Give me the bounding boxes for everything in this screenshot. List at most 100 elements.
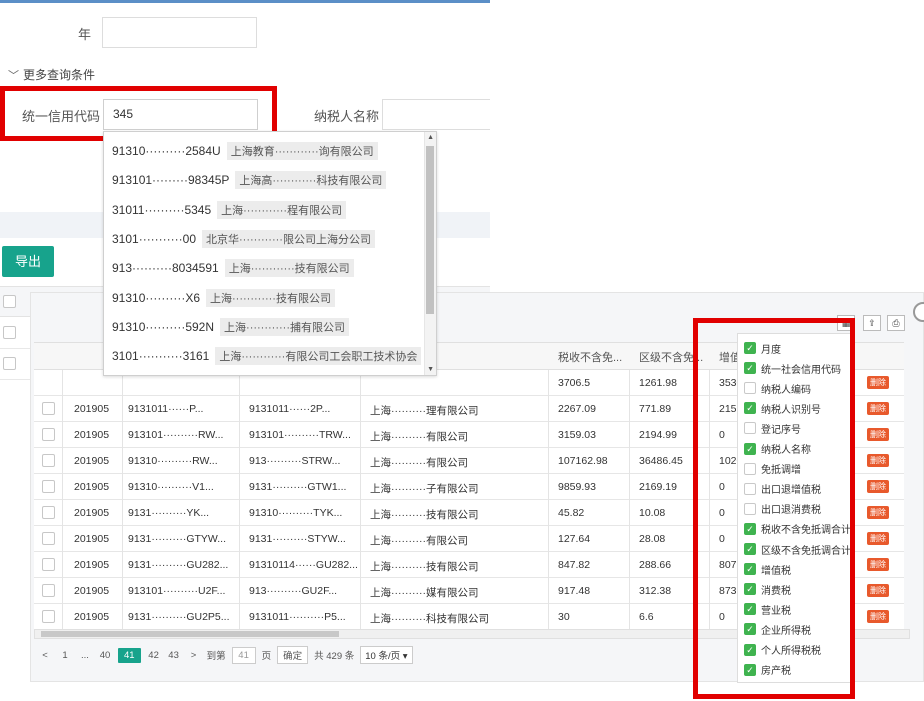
page-current[interactable]: 41 bbox=[118, 647, 141, 663]
cell-period: 201905 bbox=[74, 533, 110, 545]
autocomplete-option[interactable]: 3101···········00 北京华············限公司上海分公司 bbox=[112, 229, 375, 249]
row-checkbox[interactable] bbox=[42, 506, 55, 519]
cell-name: 上海··········有限公司 bbox=[370, 535, 468, 547]
delete-button[interactable]: 删除 bbox=[867, 454, 889, 467]
delete-button[interactable]: 删除 bbox=[867, 428, 889, 441]
option-code: 913··········8034591 bbox=[112, 261, 219, 276]
row-checkbox[interactable] bbox=[42, 428, 55, 441]
page-42[interactable]: 42 bbox=[147, 650, 161, 661]
total-count: 共 429 条 bbox=[314, 651, 355, 662]
row-checkbox[interactable] bbox=[42, 610, 55, 623]
column-divider bbox=[62, 526, 63, 552]
column-divider bbox=[122, 448, 123, 474]
column-divider bbox=[62, 422, 63, 448]
cell-period: 201905 bbox=[74, 559, 110, 571]
cell-name: 上海··········有限公司 bbox=[370, 457, 468, 469]
cell-period: 201905 bbox=[74, 481, 110, 493]
page-ellipsis: ... bbox=[81, 649, 89, 661]
payer-name-label: 纳税人名称 bbox=[314, 109, 380, 124]
autocomplete-option[interactable]: 91310··········2584U 上海教育············询有限公… bbox=[112, 141, 378, 161]
print-icon[interactable]: ⎙ bbox=[887, 315, 905, 331]
dropdown-scroll-thumb[interactable] bbox=[426, 146, 434, 314]
autocomplete-option[interactable]: 31011··········5345 上海············程有限公司 bbox=[112, 200, 347, 220]
row-checkbox[interactable] bbox=[42, 480, 55, 493]
option-company-name: 上海············技有限公司 bbox=[206, 288, 335, 307]
cell-district: 2194.99 bbox=[639, 429, 677, 441]
column-divider bbox=[62, 500, 63, 526]
column-divider bbox=[360, 396, 361, 422]
delete-button[interactable]: 删除 bbox=[867, 558, 889, 571]
row-checkbox[interactable] bbox=[3, 357, 16, 370]
cell-code: 9131··········GTYW... bbox=[128, 533, 226, 545]
export-icon[interactable]: ⇪ bbox=[863, 315, 881, 331]
cell-code: 9131··········YK... bbox=[128, 507, 210, 519]
page-first[interactable]: 1 bbox=[58, 650, 72, 661]
next-page-button[interactable]: > bbox=[187, 650, 201, 661]
column-divider bbox=[548, 578, 549, 604]
cell-district: 28.08 bbox=[639, 533, 666, 545]
option-code: 3101···········00 bbox=[112, 231, 196, 246]
page-unit-label: 页 bbox=[261, 651, 272, 662]
row-checkbox[interactable] bbox=[42, 402, 55, 415]
dropdown-scrollbar[interactable]: ▲ ▼ bbox=[424, 132, 436, 375]
row-checkbox[interactable] bbox=[42, 584, 55, 597]
page-40[interactable]: 40 bbox=[98, 650, 112, 661]
select-all-checkbox[interactable] bbox=[3, 295, 16, 308]
more-conditions-toggle[interactable]: ﹀ 更多查询条件 bbox=[8, 66, 95, 83]
goto-confirm-button[interactable]: 确定 bbox=[277, 646, 309, 664]
scroll-down-icon[interactable]: ▼ bbox=[427, 366, 434, 373]
autocomplete-option[interactable]: 913··········8034591 上海············技有限公司 bbox=[112, 258, 354, 278]
year-input[interactable] bbox=[102, 17, 257, 48]
row-checkbox[interactable] bbox=[42, 558, 55, 571]
column-divider bbox=[239, 552, 240, 578]
column-divider bbox=[62, 578, 63, 604]
autocomplete-option[interactable]: 91310··········X6 上海············技有限公司 bbox=[112, 288, 335, 308]
cell-tax: 30 bbox=[558, 611, 570, 623]
delete-button[interactable]: 删除 bbox=[867, 480, 889, 493]
payer-name-input[interactable] bbox=[382, 99, 490, 130]
cell-name: 上海··········媒有限公司 bbox=[370, 587, 479, 599]
scroll-thumb[interactable] bbox=[41, 631, 339, 637]
delete-button[interactable]: 删除 bbox=[867, 532, 889, 545]
delete-button[interactable]: 删除 bbox=[867, 376, 889, 389]
column-divider bbox=[360, 422, 361, 448]
column-divider bbox=[62, 396, 63, 422]
option-code: 91310··········592N bbox=[112, 319, 215, 334]
cell-district: 288.66 bbox=[639, 559, 672, 571]
prev-page-button[interactable]: < bbox=[38, 650, 52, 661]
row-checkbox[interactable] bbox=[42, 454, 55, 467]
cell-tax: 2267.09 bbox=[558, 403, 596, 415]
autocomplete-option[interactable]: 3101···········3161 上海············有限公司工会职… bbox=[112, 346, 422, 366]
column-divider bbox=[360, 448, 361, 474]
cell-name: 上海··········技有限公司 bbox=[370, 509, 479, 521]
year-label: 年 bbox=[78, 27, 92, 42]
cell-period: 201905 bbox=[74, 403, 110, 415]
cell-tax: 917.48 bbox=[558, 585, 591, 597]
goto-label: 到第 bbox=[206, 651, 226, 662]
option-company-name: 北京华············限公司上海分公司 bbox=[202, 229, 375, 248]
cell-tax_id: 913··········STRW... bbox=[249, 455, 341, 467]
cell-district: 10.08 bbox=[639, 507, 666, 519]
delete-button[interactable]: 删除 bbox=[867, 506, 889, 519]
column-divider bbox=[548, 422, 549, 448]
column-divider bbox=[360, 526, 361, 552]
cell-code: 913101··········U2F... bbox=[128, 585, 226, 597]
scroll-up-icon[interactable]: ▲ bbox=[427, 134, 434, 141]
goto-page-input[interactable]: 41 bbox=[231, 646, 256, 664]
delete-button[interactable]: 删除 bbox=[867, 402, 889, 415]
autocomplete-option[interactable]: 91310··········592N 上海············捕有限公司 bbox=[112, 317, 349, 337]
column-divider bbox=[548, 604, 549, 630]
page-size-select[interactable]: 10 条/页 ▾ bbox=[360, 646, 413, 664]
row-checkbox[interactable] bbox=[3, 326, 16, 339]
option-company-name: 上海高············科技有限公司 bbox=[235, 171, 387, 190]
delete-button[interactable]: 删除 bbox=[867, 584, 889, 597]
header-tax-excl[interactable]: 税收不含免... bbox=[558, 349, 622, 365]
page-43[interactable]: 43 bbox=[167, 650, 181, 661]
row-checkbox[interactable] bbox=[42, 532, 55, 545]
delete-button[interactable]: 删除 bbox=[867, 610, 889, 623]
column-divider bbox=[629, 448, 630, 474]
option-code: 913101·········98345P bbox=[112, 173, 230, 188]
export-button[interactable]: 导出 bbox=[2, 246, 54, 277]
autocomplete-option[interactable]: 913101·········98345P 上海高············科技有限… bbox=[112, 170, 387, 190]
option-code: 91310··········2584U bbox=[112, 144, 221, 158]
